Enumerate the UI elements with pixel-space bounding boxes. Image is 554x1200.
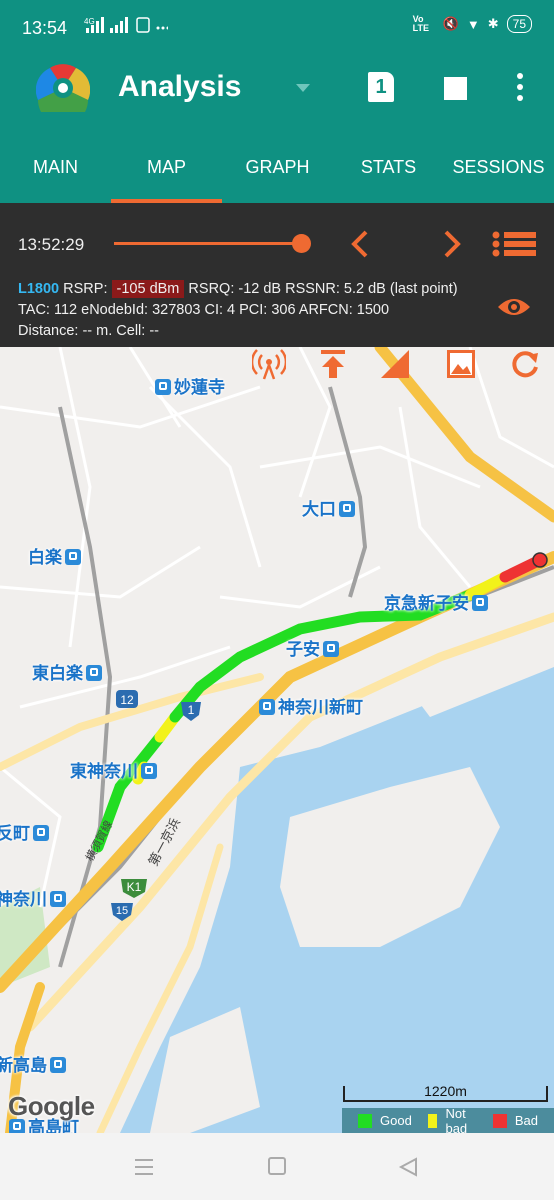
screen-title: Analysis <box>118 70 242 103</box>
legend-bad: Bad <box>492 1113 538 1128</box>
train-station-icon <box>33 825 49 841</box>
station-higashi-hakuraku[interactable]: 東白楽 <box>32 659 105 684</box>
tab-stats[interactable]: STATS <box>333 134 444 203</box>
app-bar: Analysis 1 <box>0 44 554 134</box>
signal-legend: Good Not bad Bad <box>342 1106 554 1133</box>
legend-good-swatch <box>358 1113 372 1128</box>
station-tanmachi[interactable]: 反町 <box>0 819 52 844</box>
technology-label: L1800 <box>18 281 60 297</box>
playback-slider-thumb[interactable] <box>292 234 311 253</box>
legend-good: Good <box>358 1113 412 1128</box>
route-shield-1-label: 1 <box>188 703 195 717</box>
stop-button[interactable] <box>444 77 467 100</box>
svg-text:4G: 4G <box>84 17 95 26</box>
rsrp-value: -105 dBm <box>111 280 185 298</box>
more-options-icon[interactable] <box>511 73 529 103</box>
location-icon: ▼ <box>466 16 480 32</box>
back-icon[interactable] <box>398 1157 418 1177</box>
system-nav-bar <box>0 1133 554 1200</box>
station-shin-takashima[interactable]: 新高島 <box>0 1051 69 1076</box>
train-station-icon <box>155 379 171 395</box>
sim-card-icon[interactable]: 1 <box>368 72 394 102</box>
train-station-icon <box>323 641 339 657</box>
rsrp-label: RSRP: <box>63 281 108 297</box>
tab-main[interactable]: MAIN <box>0 134 111 203</box>
refresh-icon[interactable] <box>508 347 542 381</box>
station-oguchi[interactable]: 大口 <box>302 495 358 520</box>
google-logo: Google <box>8 1091 95 1121</box>
map-canvas: 12 1 K1 15 横須賀線 第一京浜 <box>0 347 554 1133</box>
map-scale-label: 1220m <box>424 1083 467 1099</box>
playback-panel: 13:52:29 L1800 RSRP: -105 dBm RSRQ: -12 … <box>0 203 554 347</box>
bluetooth-icon: ✱ <box>487 16 499 31</box>
station-koyasu[interactable]: 子安 <box>286 635 342 660</box>
map-scale-bar: 1220m <box>343 1083 548 1102</box>
battery-icon: 75 <box>506 15 532 33</box>
tab-sessions[interactable]: SESSIONS <box>443 134 554 203</box>
distance-info: Distance: -- m. Cell: -- <box>18 323 159 339</box>
current-location-marker <box>532 552 548 568</box>
legend-bad-swatch <box>492 1113 507 1128</box>
station-myorenji[interactable]: 妙蓮寺 <box>152 373 225 398</box>
volte-icon: Vo LTE <box>412 14 430 33</box>
station-higashi-kanagawa[interactable]: 東神奈川 <box>70 757 160 782</box>
route-shield-k1-label: K1 <box>127 880 142 894</box>
station-kanagawa-shinmachi[interactable]: 神奈川新町 <box>256 693 363 718</box>
cell-tower-icon[interactable] <box>252 347 286 381</box>
legend-not-bad-swatch <box>427 1113 438 1128</box>
tab-map[interactable]: MAP <box>111 134 222 203</box>
tab-bar: MAIN MAP GRAPH STATS SESSIONS <box>0 134 554 203</box>
map-view[interactable]: 12 1 K1 15 横須賀線 第一京浜 妙蓮寺 大口 白楽 京急新子安 子安 … <box>0 347 554 1133</box>
eye-icon[interactable] <box>496 295 532 319</box>
station-hakuraku[interactable]: 白楽 <box>28 543 84 568</box>
train-station-icon <box>50 891 66 907</box>
chevron-down-icon[interactable] <box>296 84 310 92</box>
signal-strength-icon[interactable] <box>378 347 412 381</box>
playback-slider[interactable] <box>114 242 302 245</box>
image-icon[interactable] <box>444 347 478 381</box>
train-station-icon <box>65 549 81 565</box>
signal-metrics: RSRQ: -12 dB RSSNR: 5.2 dB (last point) <box>188 281 458 297</box>
cell-info: L1800 RSRP: -105 dBm RSRQ: -12 dB RSSNR:… <box>18 279 458 342</box>
status-bar: 13:54 4G Vo LTE 🔇 ▼ ✱ 75 <box>0 0 554 44</box>
previous-point-icon[interactable] <box>346 229 374 259</box>
station-keikyu-shinkoyasu[interactable]: 京急新子安 <box>384 589 491 614</box>
train-station-icon <box>472 595 488 611</box>
train-station-icon <box>141 763 157 779</box>
list-icon[interactable] <box>492 231 536 257</box>
train-station-icon <box>339 501 355 517</box>
train-station-icon <box>259 699 275 715</box>
app-logo-icon <box>36 64 90 112</box>
playback-time: 13:52:29 <box>18 235 85 254</box>
clock: 13:54 <box>22 18 68 38</box>
recents-icon[interactable] <box>135 1159 153 1180</box>
train-station-icon <box>86 665 102 681</box>
signal-icon: 4G <box>84 17 168 33</box>
train-station-icon <box>50 1057 66 1073</box>
next-point-icon[interactable] <box>438 229 466 259</box>
legend-not-bad: Not bad <box>427 1106 477 1133</box>
tab-graph[interactable]: GRAPH <box>222 134 333 203</box>
station-kanagawa[interactable]: 神奈川 <box>0 885 69 910</box>
mute-icon: 🔇 <box>442 16 459 31</box>
route-shield-12-label: 12 <box>120 693 134 707</box>
route-shield-15-label: 15 <box>116 905 128 917</box>
cell-identity: TAC: 112 eNodebId: 327803 CI: 4 PCI: 306… <box>18 302 390 318</box>
home-icon[interactable] <box>268 1157 286 1175</box>
upload-icon[interactable] <box>316 347 350 381</box>
status-icons: Vo LTE 🔇 ▼ ✱ 75 <box>413 15 532 33</box>
